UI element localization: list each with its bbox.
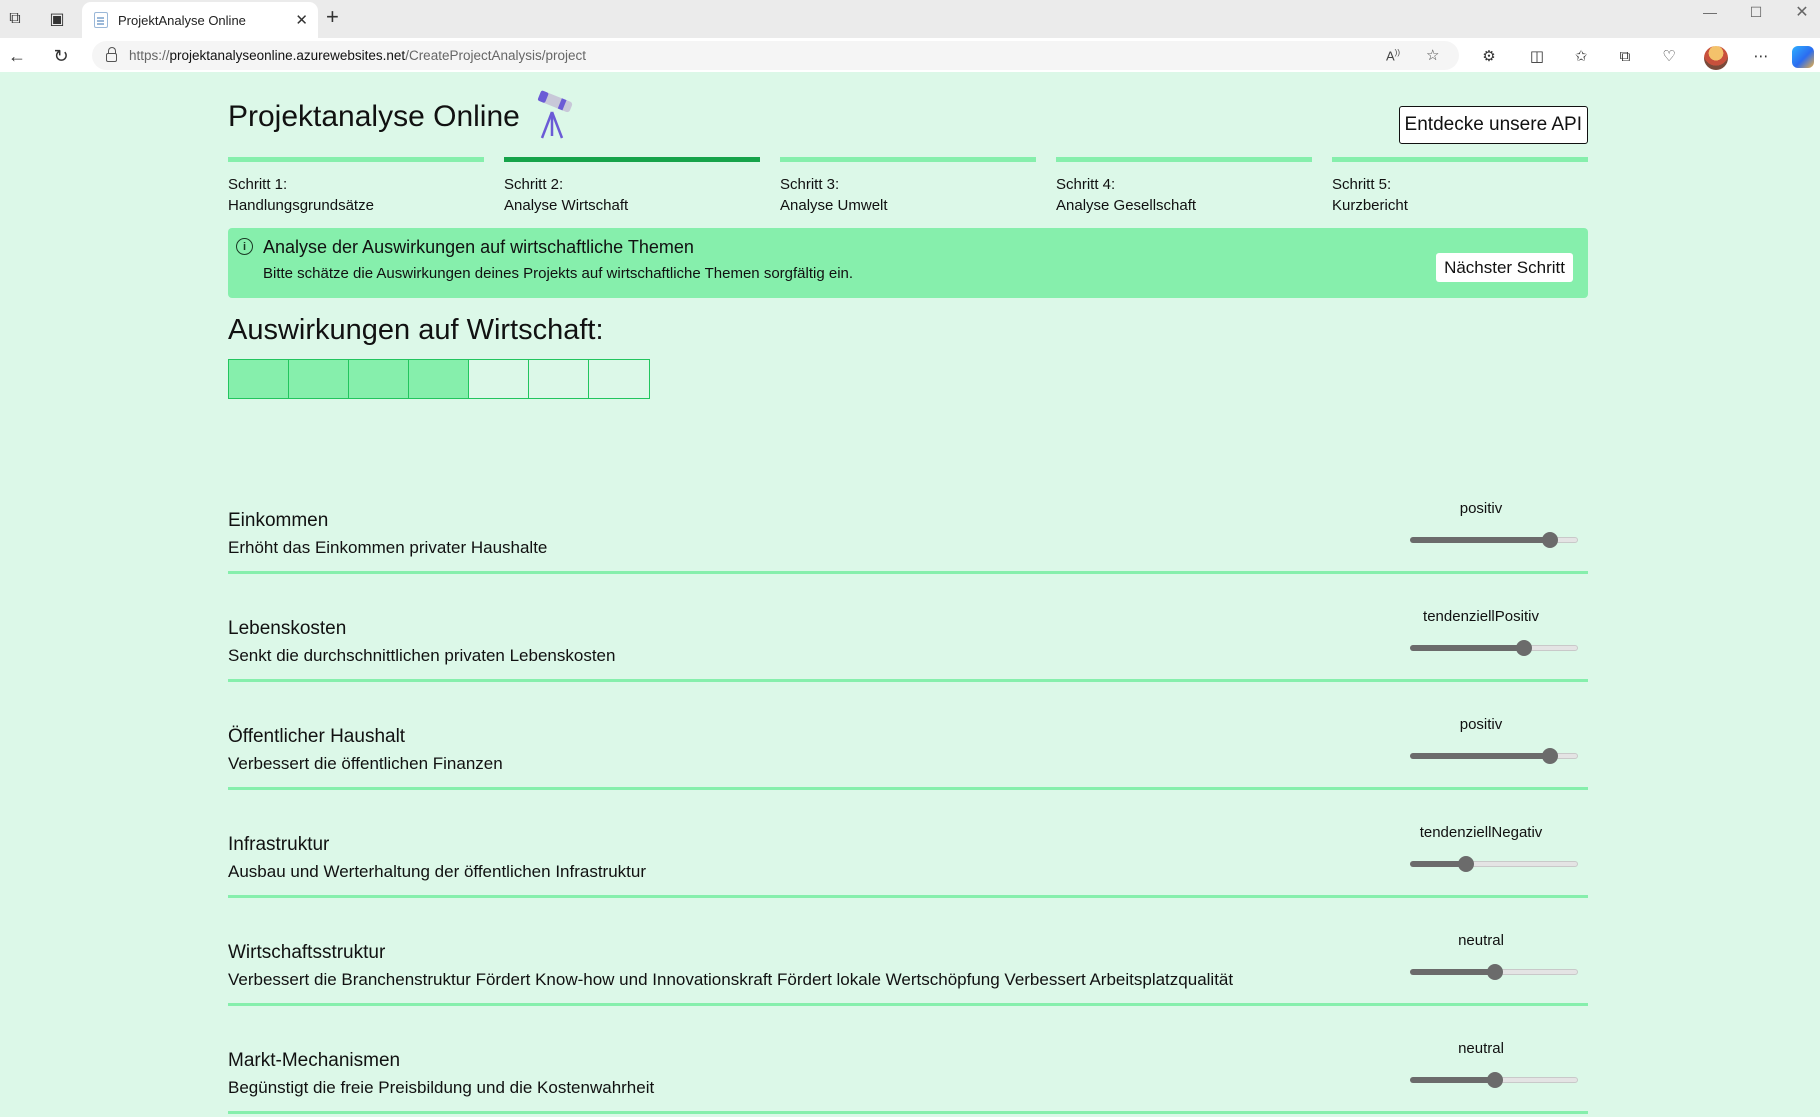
score-cell bbox=[289, 360, 349, 398]
impact-name: Wirtschaftsstruktur bbox=[228, 942, 386, 963]
section-title: Auswirkungen auf Wirtschaft: bbox=[228, 314, 604, 346]
impact-name: Lebenskosten bbox=[228, 618, 347, 639]
slider-fill bbox=[1410, 1077, 1494, 1083]
favorite-star-icon[interactable]: ☆ bbox=[1426, 46, 1439, 64]
score-cell bbox=[589, 360, 649, 398]
score-cell bbox=[529, 360, 589, 398]
lock-icon[interactable] bbox=[106, 47, 117, 62]
score-cell bbox=[229, 360, 289, 398]
browser-tab[interactable]: ProjektAnalyse Online ✕ bbox=[82, 2, 318, 38]
address-bar[interactable]: https://projektanalyseonline.azurewebsit… bbox=[92, 41, 1459, 70]
page-favicon-icon bbox=[94, 12, 108, 28]
url-text[interactable]: https://projektanalyseonline.azurewebsit… bbox=[129, 48, 586, 63]
impact-value-label: tendenziellNegativ bbox=[1419, 824, 1543, 841]
telescope-icon bbox=[537, 90, 573, 139]
split-screen-icon[interactable]: ◫ bbox=[1526, 45, 1548, 67]
impact-slider[interactable] bbox=[1410, 1072, 1578, 1088]
step-label: Analyse Umwelt bbox=[780, 197, 888, 214]
impact-name: Öffentlicher Haushalt bbox=[228, 726, 406, 747]
tab-title: ProjektAnalyse Online bbox=[118, 12, 246, 28]
info-banner: i Analyse der Auswirkungen auf wirtschaf… bbox=[228, 228, 1588, 298]
step-number: Schritt 5: bbox=[1332, 176, 1392, 193]
copilot-icon[interactable] bbox=[1792, 46, 1814, 68]
impact-row: Infrastruktur Ausbau und Werterhaltung d… bbox=[228, 748, 1588, 898]
explore-api-button[interactable]: Entdecke unsere API bbox=[1398, 106, 1588, 144]
impact-list: Einkommen Erhöht das Einkommen privater … bbox=[228, 424, 1588, 1114]
close-tab-icon[interactable]: ✕ bbox=[295, 11, 308, 29]
step-bar bbox=[780, 157, 1036, 162]
step-number: Schritt 4: bbox=[1056, 176, 1116, 193]
impact-row: Markt-Mechanismen Begünstigt die freie P… bbox=[228, 964, 1588, 1114]
workspaces-icon[interactable]: ⧉ bbox=[2, 6, 28, 32]
step-bar bbox=[1332, 157, 1588, 162]
step-number: Schritt 1: bbox=[228, 176, 288, 193]
impact-value-label: neutral bbox=[1458, 932, 1504, 949]
step-1[interactable]: Schritt 1: Handlungsgrundsätze bbox=[228, 157, 484, 214]
impact-name: Markt-Mechanismen bbox=[228, 1050, 401, 1071]
impact-value-label: tendenziellPositiv bbox=[1423, 608, 1539, 625]
brand-title[interactable]: Projektanalyse Online bbox=[228, 100, 520, 134]
step-progress: Schritt 1: Handlungsgrundsätze Schritt 2… bbox=[228, 157, 1588, 214]
extensions-icon[interactable]: ⚙ bbox=[1478, 45, 1500, 67]
step-3[interactable]: Schritt 3: Analyse Umwelt bbox=[780, 157, 1036, 214]
new-tab-icon[interactable]: + bbox=[326, 4, 339, 30]
impact-name: Infrastruktur bbox=[228, 834, 330, 855]
step-bar bbox=[1056, 157, 1312, 162]
row-divider bbox=[228, 1111, 1588, 1114]
browser-toolbar: ← ↻ https://projektanalyseonline.azurewe… bbox=[0, 38, 1820, 72]
browser-tab-strip: ⧉ ▣ ProjektAnalyse Online ✕ + — ☐ ✕ bbox=[0, 0, 1820, 38]
step-number: Schritt 3: bbox=[780, 176, 840, 193]
score-cell bbox=[469, 360, 529, 398]
info-icon: i bbox=[236, 238, 253, 255]
step-bar bbox=[228, 157, 484, 162]
read-aloud-icon[interactable]: A)) bbox=[1386, 48, 1400, 63]
next-step-button[interactable]: Nächster Schritt bbox=[1436, 253, 1573, 282]
slider-thumb[interactable] bbox=[1487, 1072, 1503, 1088]
refresh-icon[interactable]: ↻ bbox=[48, 43, 74, 69]
step-number: Schritt 2: bbox=[504, 176, 564, 193]
vertical-tabs-icon[interactable]: ▣ bbox=[44, 6, 70, 32]
back-icon[interactable]: ← bbox=[4, 43, 30, 69]
step-bar-active bbox=[504, 157, 760, 162]
impact-value-label: positiv bbox=[1459, 716, 1503, 733]
step-label: Analyse Wirtschaft bbox=[504, 197, 629, 214]
banner-title: Analyse der Auswirkungen auf wirtschaftl… bbox=[263, 237, 694, 257]
favorites-icon[interactable]: ✩ bbox=[1570, 45, 1592, 67]
impact-description: Begünstigt die freie Preisbildung und di… bbox=[228, 1078, 655, 1097]
step-2[interactable]: Schritt 2: Analyse Wirtschaft bbox=[504, 157, 760, 214]
collections-icon[interactable]: ⧉ bbox=[1614, 45, 1636, 67]
more-menu-icon[interactable]: ⋯ bbox=[1750, 45, 1772, 67]
impact-row: Lebenskosten Senkt die durchschnittliche… bbox=[228, 532, 1588, 682]
step-label: Handlungsgrundsätze bbox=[228, 197, 374, 214]
impact-value-label: positiv bbox=[1459, 500, 1503, 517]
impact-value-label: neutral bbox=[1458, 1040, 1504, 1057]
step-label: Analyse Gesellschaft bbox=[1056, 197, 1197, 214]
step-label: Kurzbericht bbox=[1332, 197, 1408, 214]
step-5[interactable]: Schritt 5: Kurzbericht bbox=[1332, 157, 1588, 214]
close-window-icon[interactable]: ✕ bbox=[1779, 0, 1820, 24]
impact-score-meter bbox=[228, 359, 650, 399]
score-cell bbox=[409, 360, 469, 398]
impact-row: Einkommen Erhöht das Einkommen privater … bbox=[228, 424, 1588, 574]
maximize-icon[interactable]: ☐ bbox=[1733, 0, 1779, 24]
impact-name: Einkommen bbox=[228, 510, 329, 531]
profile-avatar[interactable] bbox=[1704, 46, 1728, 70]
score-cell bbox=[349, 360, 409, 398]
banner-text: Bitte schätze die Auswirkungen deines Pr… bbox=[263, 265, 854, 282]
browser-essentials-icon[interactable]: ♡ bbox=[1658, 45, 1680, 67]
minimize-icon[interactable]: — bbox=[1687, 0, 1733, 24]
impact-row: Öffentlicher Haushalt Verbessert die öff… bbox=[228, 640, 1588, 790]
step-4[interactable]: Schritt 4: Analyse Gesellschaft bbox=[1056, 157, 1312, 214]
impact-row: Wirtschaftsstruktur Verbessert die Branc… bbox=[228, 856, 1588, 1006]
